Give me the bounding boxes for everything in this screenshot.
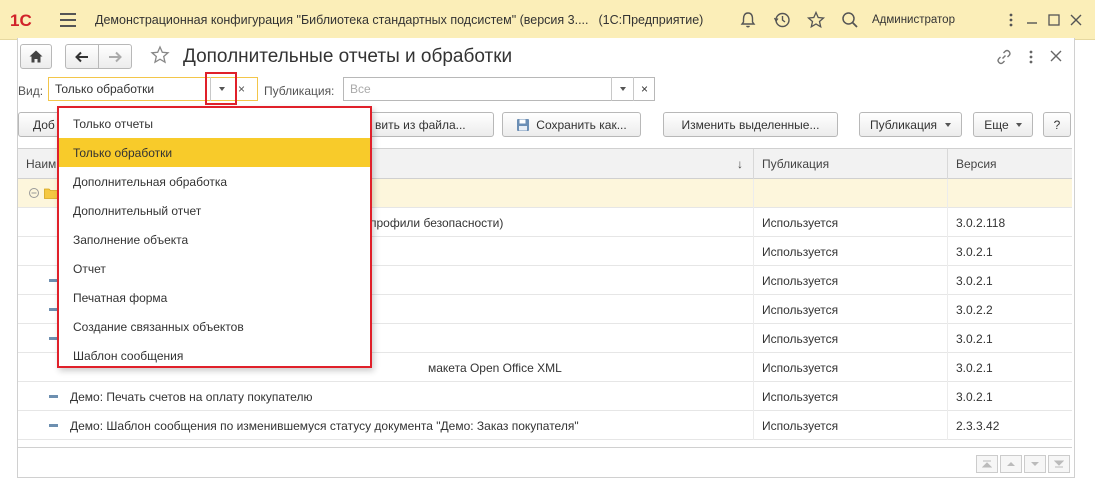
scroll-down-icon: [1031, 462, 1039, 466]
scroll-up-icon: [1007, 462, 1015, 466]
column-publication-header[interactable]: Публикация: [754, 149, 948, 179]
history-icon[interactable]: [772, 10, 792, 30]
title-bar: 1С Демонстрационная конфигурация "Библио…: [0, 0, 1095, 40]
row-name: Демо: Шаблон сообщения по изменившемуся …: [18, 411, 754, 440]
row-publication: Используется: [754, 208, 948, 237]
chevron-down-icon: [619, 87, 626, 91]
save-as-label: Сохранить как...: [536, 117, 627, 132]
save-icon: [517, 118, 530, 131]
vid-value: Только обработки: [55, 82, 155, 96]
row-version: 3.0.2.2: [956, 303, 993, 317]
row-version: 3.0.2.1: [956, 361, 993, 375]
row-version: 3.0.2.1: [956, 332, 993, 346]
favorite-star-icon[interactable]: [150, 45, 170, 65]
back-button[interactable]: [65, 44, 99, 69]
dropdown-item[interactable]: Только отчеты: [59, 109, 370, 138]
vid-label: Вид:: [18, 84, 44, 98]
minimize-icon[interactable]: [1023, 11, 1041, 29]
page-title: Дополнительные отчеты и обработки: [183, 46, 513, 67]
publication-menu-label: Публикация: [869, 117, 938, 132]
chevron-down-icon: [1015, 122, 1022, 127]
row-version: 3.0.2.1: [956, 245, 993, 259]
app-title: Демонстрационная конфигурация "Библиотек…: [95, 13, 703, 27]
link-icon[interactable]: [995, 48, 1013, 66]
row-version: 2.3.3.42: [956, 419, 1000, 433]
row-version: [948, 179, 1072, 208]
dropdown-item[interactable]: Дополнительная обработка: [59, 167, 370, 196]
dropdown-item-selected[interactable]: Только обработки: [59, 138, 370, 167]
scroll-top-icon: [982, 460, 992, 468]
close-icon[interactable]: [1048, 48, 1064, 64]
row-publication: Используется: [754, 237, 948, 266]
row-publication: Используется: [754, 411, 948, 440]
row-publication: Используется: [754, 295, 948, 324]
sort-arrow-icon: ↓: [737, 157, 743, 171]
help-button[interactable]: ?: [1043, 112, 1071, 137]
row-publication: Используется: [754, 353, 948, 382]
dropdown-item[interactable]: Заполнение объекта: [59, 225, 370, 254]
row-name: Демо: Печать счетов на оплату покупателю: [18, 382, 754, 411]
more-label: Еще: [984, 117, 1009, 132]
publication-filter-placeholder: Все: [350, 82, 371, 96]
row-publication: [754, 179, 948, 208]
row-publication: Используется: [754, 324, 948, 353]
table-row[interactable]: Демо: Печать счетов на оплату покупателю…: [18, 382, 1072, 411]
publication-menu-button[interactable]: Публикация: [859, 112, 962, 137]
config-title: Демонстрационная конфигурация "Библиотек…: [95, 13, 589, 27]
save-as-button[interactable]: Сохранить как...: [502, 112, 641, 137]
scroll-bottom-icon: [1054, 460, 1064, 468]
publication-filter-label: Публикация:: [264, 84, 335, 98]
change-selected-button[interactable]: Изменить выделенные...: [663, 112, 838, 137]
column-name-label: Наим: [26, 157, 57, 171]
home-icon: [29, 50, 43, 63]
row-publication: Используется: [754, 382, 948, 411]
highlight-dropdown-button: [205, 72, 237, 105]
window-close-icon[interactable]: [1067, 11, 1085, 29]
row-version: 3.0.2.1: [956, 274, 993, 288]
dropdown-item[interactable]: Дополнительный отчет: [59, 196, 370, 225]
bell-icon[interactable]: [738, 10, 758, 30]
dropdown-item[interactable]: Шаблон сообщения: [59, 341, 370, 370]
publication-filter-input[interactable]: Все: [343, 77, 655, 101]
row-version: 3.0.2.1: [956, 390, 993, 404]
scroll-bottom-button[interactable]: [1048, 455, 1070, 473]
forward-button[interactable]: [98, 44, 132, 69]
menu-icon[interactable]: [60, 13, 76, 27]
table-row[interactable]: Демо: Шаблон сообщения по изменившемуся …: [18, 411, 1072, 440]
forward-icon: [109, 51, 122, 62]
clear-x: ×: [640, 82, 648, 96]
chevron-down-icon: [945, 122, 952, 127]
column-version-header[interactable]: Версия: [948, 149, 1072, 179]
dropdown-item[interactable]: Отчет: [59, 254, 370, 283]
search-icon[interactable]: [840, 10, 860, 30]
publication-clear-button[interactable]: ×: [633, 77, 655, 101]
row-publication: Используется: [754, 266, 948, 295]
dropdown-item[interactable]: Печатная форма: [59, 283, 370, 312]
home-button[interactable]: [20, 44, 52, 69]
scroll-down-button[interactable]: [1024, 455, 1046, 473]
logo-1c-icon: 1С: [10, 11, 32, 30]
maximize-icon[interactable]: [1045, 11, 1063, 29]
form-more-icon[interactable]: [1025, 48, 1037, 66]
svg-text:1С: 1С: [10, 11, 32, 30]
publication-dropdown-button[interactable]: [611, 77, 633, 101]
user-name[interactable]: Администратор: [872, 14, 955, 26]
row-version: 3.0.2.118: [956, 216, 1006, 230]
back-icon: [75, 51, 88, 62]
vid-dropdown-list[interactable]: Только отчеты Только обработки Дополните…: [57, 106, 372, 368]
more-button[interactable]: Еще: [973, 112, 1033, 137]
vid-clear-button[interactable]: ×: [238, 82, 245, 96]
star-icon[interactable]: [806, 10, 826, 30]
dropdown-item[interactable]: Создание связанных объектов: [59, 312, 370, 341]
scroll-up-button[interactable]: [1000, 455, 1022, 473]
platform-label: (1С:Предприятие): [598, 13, 704, 27]
scroll-top-button[interactable]: [976, 455, 998, 473]
more-vert-icon[interactable]: [1002, 11, 1020, 29]
